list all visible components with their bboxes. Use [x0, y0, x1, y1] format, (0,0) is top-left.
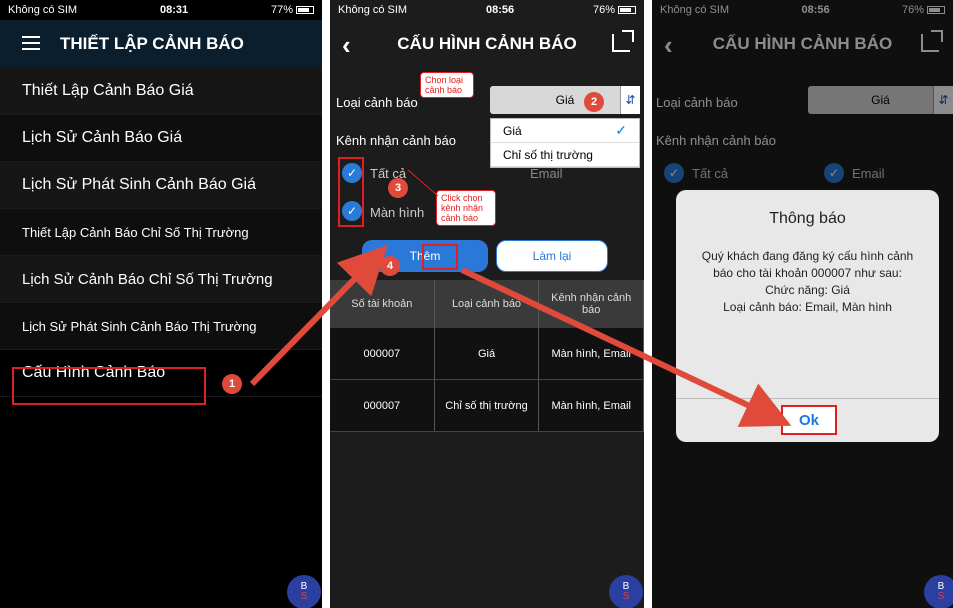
- checkmark-icon: ✓: [615, 122, 627, 138]
- clock-text: 08:56: [485, 4, 515, 16]
- page-title: CẤU HÌNH CẢNH BÁO: [397, 34, 577, 53]
- clock-text: 08:31: [159, 4, 189, 16]
- menu-item-index-alert-history[interactable]: Lịch Sử Cảnh Báo Chỉ Số Thị Trường: [0, 256, 322, 303]
- reset-button-label: Làm lại: [532, 249, 572, 263]
- cell-channel: Màn hình, Email: [539, 328, 644, 379]
- bs-floating-button[interactable]: BS: [924, 575, 953, 608]
- phone-screen-alert-config: Không có SIM 08:56 76% ‹ CẤU HÌNH CẢNH B…: [330, 0, 644, 608]
- menu-list: Thiết Lập Cảnh Báo Giá Lịch Sử Cảnh Báo …: [0, 68, 322, 397]
- alert-type-select[interactable]: Giá ⇵: [490, 86, 640, 114]
- battery-icon: [617, 6, 636, 15]
- phone-screen-alert-settings: Không có SIM 08:31 77% THIẾT LẬP CẢNH BÁ…: [0, 0, 322, 608]
- phone-screen-confirm-dialog: Không có SIM 08:56 76% ‹ CẤU HÌNH CẢNH B…: [652, 0, 953, 608]
- step-badge-2: 2: [584, 92, 604, 112]
- status-bar: Không có SIM 08:31 77%: [0, 0, 322, 20]
- alert-type-value: Giá: [555, 93, 575, 107]
- page-title: THIẾT LẬP CẢNH BÁO: [60, 34, 244, 53]
- hamburger-menu-icon[interactable]: [22, 36, 40, 50]
- highlight-add-button: [422, 244, 458, 270]
- menu-item-price-alert-history[interactable]: Lịch Sử Cảnh Báo Giá: [0, 115, 322, 162]
- cell-account: 000007: [330, 380, 435, 431]
- table-row[interactable]: 000007 Chỉ số thị trường Màn hình, Email: [330, 380, 644, 432]
- dialog-title: Thông báo: [769, 210, 846, 227]
- confirm-dialog: Thông báo Quý khách đang đăng ký cấu hìn…: [676, 190, 939, 442]
- alert-config-table: Số tài khoản Loại cảnh báo Kênh nhận cản…: [330, 280, 644, 432]
- col-alert-type: Loại cảnh báo: [435, 280, 540, 328]
- ok-button[interactable]: Ok: [781, 405, 837, 435]
- checkbox-screen-label: Màn hình: [370, 205, 425, 220]
- menu-item-index-alert-setup[interactable]: Thiết Lập Cảnh Báo Chỉ Số Thị Trường: [0, 209, 322, 256]
- carrier-text: Không có SIM: [338, 4, 408, 16]
- callout-choose-channel: Click chọn kênh nhận cảnh báo: [436, 190, 496, 226]
- cell-account: 000007: [330, 328, 435, 379]
- bs-floating-button[interactable]: BS: [609, 575, 643, 608]
- dropdown-option-index[interactable]: Chỉ số thị trường: [491, 143, 639, 167]
- dropdown-option-price[interactable]: Giá ✓: [491, 119, 639, 143]
- battery-percent: 77%: [270, 4, 293, 16]
- col-channel: Kênh nhận cảnh báo: [539, 280, 644, 328]
- tutorial-canvas: Không có SIM 08:31 77% THIẾT LẬP CẢNH BÁ…: [0, 0, 953, 608]
- battery-icon: [295, 6, 314, 15]
- highlight-alert-config: [12, 367, 206, 405]
- highlight-checkboxes: [338, 157, 364, 227]
- back-chevron-icon[interactable]: ‹: [342, 30, 351, 61]
- menu-item-price-alert-triggered[interactable]: Lịch Sử Phát Sinh Cảnh Báo Giá: [0, 162, 322, 209]
- table-row[interactable]: 000007 Giá Màn hình, Email: [330, 328, 644, 380]
- nav-bar: THIẾT LẬP CẢNH BÁO: [0, 20, 322, 68]
- bs-bottom-letter: S: [300, 591, 308, 602]
- select-arrows-icon: ⇵: [620, 86, 640, 114]
- bs-bottom-letter: S: [622, 591, 630, 602]
- dialog-message: Quý khách đang đăng ký cấu hình cảnh báo…: [676, 248, 939, 316]
- step-badge-1: 1: [222, 374, 242, 394]
- cell-alert-type: Giá: [435, 328, 540, 379]
- share-icon[interactable]: [612, 30, 634, 52]
- step-badge-4: 4: [380, 256, 400, 276]
- option-label: Chỉ số thị trường: [503, 147, 593, 162]
- dialog-line-account: Quý khách đang đăng ký cấu hình cảnh báo…: [701, 249, 914, 280]
- carrier-text: Không có SIM: [8, 4, 78, 16]
- cell-alert-type: Chỉ số thị trường: [435, 380, 540, 431]
- alert-type-dropdown: Giá ✓ Chỉ số thị trường: [490, 118, 640, 168]
- dialog-line-function: Chức năng: Giá: [765, 283, 850, 297]
- nav-bar: ‹ CẤU HÌNH CẢNH BÁO: [330, 20, 644, 68]
- bs-bottom-letter: S: [937, 591, 945, 602]
- battery-indicator: 76%: [593, 4, 636, 16]
- option-label: Giá: [503, 123, 522, 138]
- menu-item-index-alert-triggered[interactable]: Lịch Sử Phát Sinh Cảnh Báo Thị Trường: [0, 303, 322, 350]
- dialog-divider: [676, 398, 939, 399]
- step-badge-3: 3: [388, 178, 408, 198]
- battery-indicator: 77%: [271, 4, 314, 16]
- cell-channel: Màn hình, Email: [539, 380, 644, 431]
- menu-item-price-alert-setup[interactable]: Thiết Lập Cảnh Báo Giá: [0, 68, 322, 115]
- checkbox-email-label: Email: [530, 166, 563, 181]
- status-bar: Không có SIM 08:56 76%: [330, 0, 644, 20]
- col-account: Số tài khoản: [330, 280, 435, 328]
- callout-choose-alert-type: Chọn loại cảnh báo: [420, 72, 474, 98]
- alert-type-label: Loại cảnh báo: [336, 95, 418, 110]
- bs-floating-button[interactable]: BS: [287, 575, 321, 608]
- dialog-line-channel: Loại cảnh báo: Email, Màn hình: [723, 300, 892, 314]
- table-header: Số tài khoản Loại cảnh báo Kênh nhận cản…: [330, 280, 644, 328]
- channel-label: Kênh nhận cảnh báo: [336, 133, 456, 148]
- reset-button[interactable]: Làm lại: [496, 240, 608, 272]
- battery-percent: 76%: [592, 4, 615, 16]
